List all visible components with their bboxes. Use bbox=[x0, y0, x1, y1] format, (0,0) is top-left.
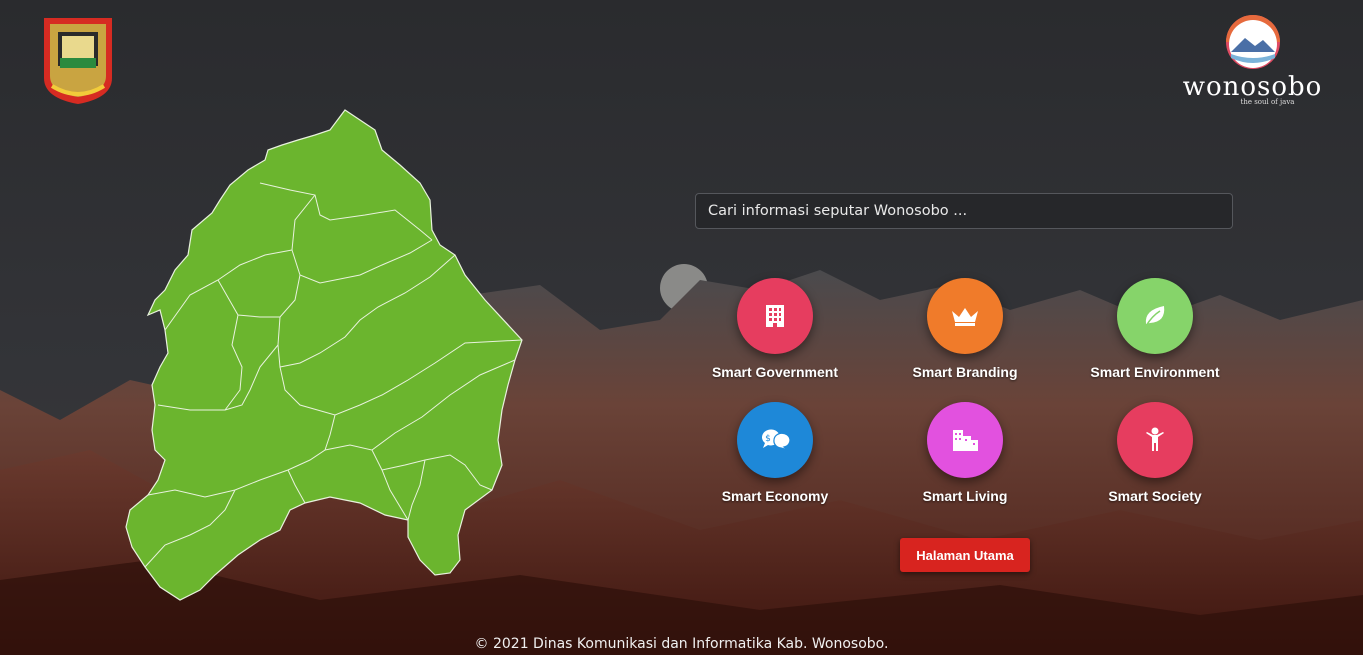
menu-label: Smart Environment bbox=[1090, 364, 1220, 380]
leaf-icon bbox=[1145, 306, 1165, 327]
menu-label: Smart Economy bbox=[721, 488, 829, 504]
regency-map[interactable] bbox=[120, 105, 530, 610]
building-icon bbox=[766, 305, 784, 327]
menu-smart-living[interactable]: Smart Living bbox=[870, 402, 1060, 504]
menu-smart-environment[interactable]: Smart Environment bbox=[1060, 278, 1250, 380]
smart-branding-button[interactable] bbox=[927, 278, 1003, 354]
smart-society-button[interactable] bbox=[1117, 402, 1193, 478]
person-icon bbox=[1146, 427, 1164, 451]
smart-environment-button[interactable] bbox=[1117, 278, 1193, 354]
crown-icon bbox=[952, 308, 978, 326]
menu-smart-government[interactable]: Smart Government bbox=[680, 278, 870, 380]
menu-label: Smart Branding bbox=[912, 364, 1018, 380]
menu-label: Smart Government bbox=[711, 364, 839, 380]
smart-economy-button[interactable]: $ bbox=[737, 402, 813, 478]
smart-living-button[interactable] bbox=[927, 402, 1003, 478]
menu-smart-economy[interactable]: $ Smart Economy bbox=[680, 402, 870, 504]
menu-smart-society[interactable]: Smart Society bbox=[1060, 402, 1250, 504]
menu-smart-branding[interactable]: Smart Branding bbox=[870, 278, 1060, 380]
money-chat-icon: $ bbox=[761, 429, 790, 451]
home-button[interactable]: Halaman Utama bbox=[900, 538, 1030, 572]
city-icon bbox=[953, 430, 978, 451]
map-region[interactable] bbox=[125, 109, 523, 601]
footer-copyright: © 2021 Dinas Komunikasi dan Informatika … bbox=[474, 636, 889, 652]
menu-label: Smart Society bbox=[1108, 488, 1202, 504]
svg-text:$: $ bbox=[765, 434, 771, 444]
brand-name: wonosobo bbox=[1182, 72, 1323, 102]
menu-label: Smart Living bbox=[922, 488, 1008, 504]
wonosobo-logo: wonosobo the soul of java bbox=[1180, 14, 1325, 106]
regency-crest-logo bbox=[44, 18, 112, 104]
wonosobo-emblem-icon bbox=[1225, 15, 1280, 69]
search-input[interactable]: Cari informasi seputar Wonosobo ... bbox=[695, 193, 1233, 229]
smart-government-button[interactable] bbox=[737, 278, 813, 354]
